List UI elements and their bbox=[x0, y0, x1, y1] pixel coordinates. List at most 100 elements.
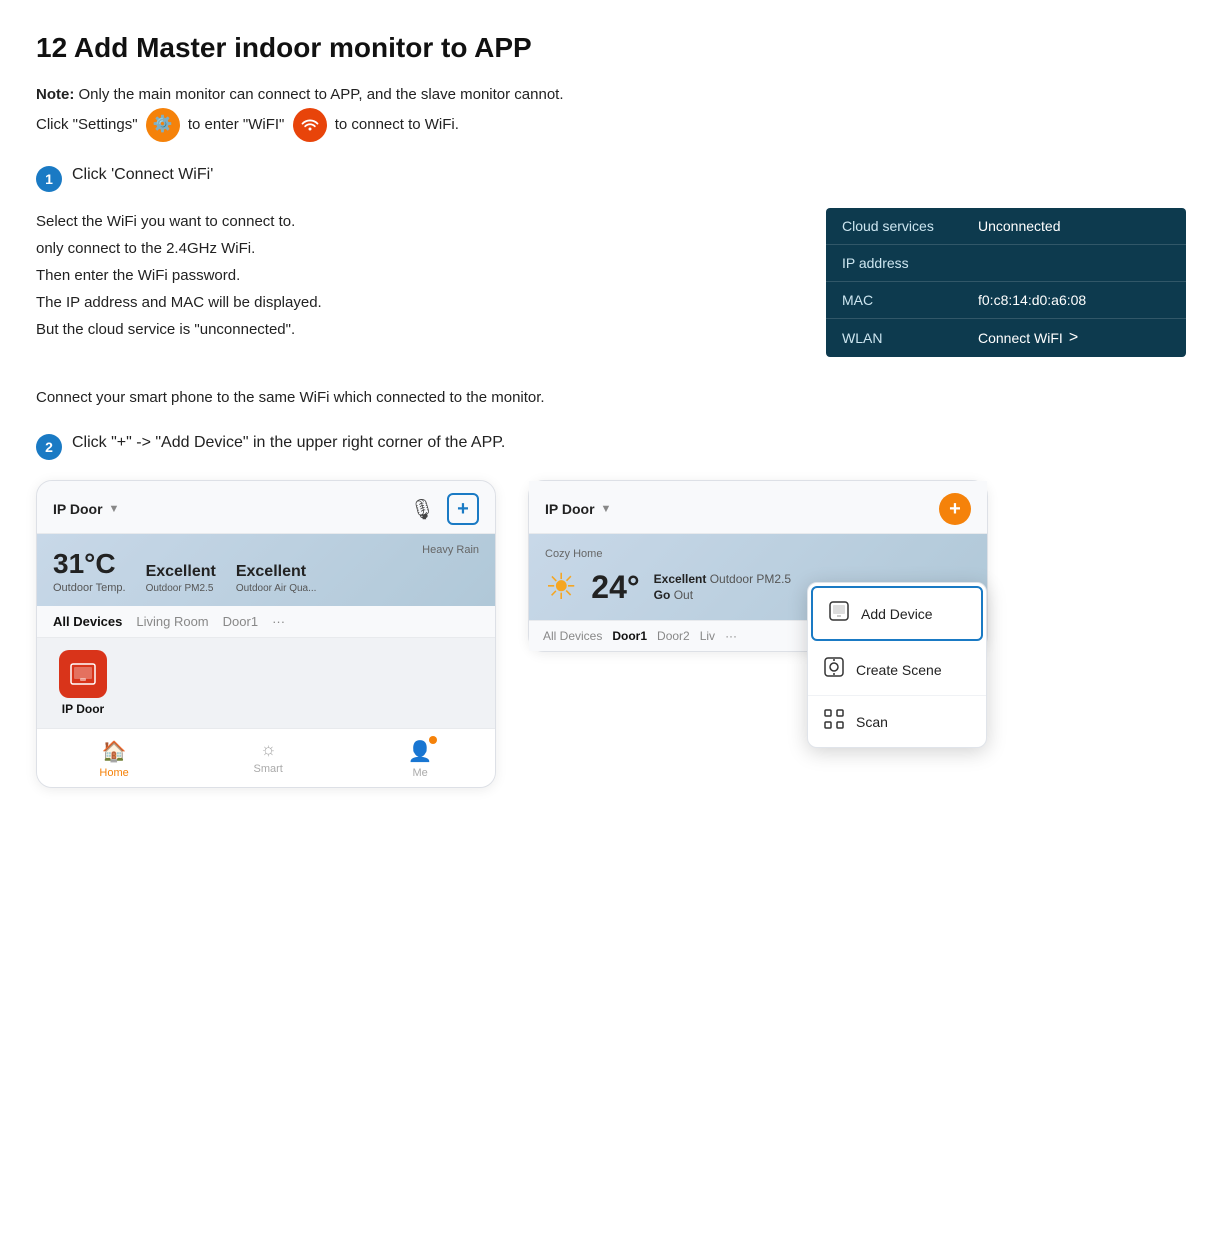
settings-icon: ⚙️ bbox=[146, 108, 180, 142]
cozy-home-label: Cozy Home bbox=[545, 548, 971, 560]
wlan-chevron: > bbox=[1069, 329, 1078, 347]
stat1-col: Excellent Outdoor PM2.5 bbox=[146, 563, 216, 594]
right-stat1-val: Excellent bbox=[654, 572, 707, 586]
home-icon: 🏠 bbox=[102, 739, 127, 764]
device-ipdoor: IP Door bbox=[53, 650, 113, 716]
wlan-text: Connect WiFI bbox=[978, 330, 1063, 346]
right-stat1-label: Outdoor PM2.5 bbox=[710, 572, 791, 586]
section-1: Select the WiFi you want to connect to. … bbox=[36, 208, 1186, 357]
nav-me-label: Me bbox=[412, 767, 427, 779]
cloud-label: Cloud services bbox=[842, 218, 962, 234]
mic-icon[interactable]: 🎙 bbox=[410, 497, 435, 522]
note-text4: to connect to WiFi. bbox=[335, 115, 459, 132]
stat1-val: Excellent bbox=[146, 563, 216, 581]
nav-smart[interactable]: ☼ Smart bbox=[254, 739, 283, 779]
rtab-all-devices[interactable]: All Devices bbox=[543, 629, 602, 643]
step1-line5: But the cloud service is "unconnected". bbox=[36, 321, 295, 338]
note-text: Only the main monitor can connect to APP… bbox=[79, 86, 564, 103]
rtab-liv[interactable]: Liv bbox=[700, 629, 715, 643]
device-info-table: Cloud services Unconnected IP address MA… bbox=[826, 208, 1186, 357]
wlan-value[interactable]: Connect WiFI > bbox=[978, 329, 1078, 347]
phone-right-title-area: IP Door ▼ bbox=[545, 501, 611, 517]
tab-more[interactable]: ··· bbox=[272, 614, 285, 629]
step1-row: 1 Click 'Connect WiFi' bbox=[36, 164, 1186, 192]
cloud-value: Unconnected bbox=[978, 218, 1061, 234]
device-list: IP Door bbox=[37, 638, 495, 728]
tab-living-room[interactable]: Living Room bbox=[136, 614, 208, 629]
rtab-more[interactable]: ··· bbox=[725, 629, 737, 643]
nav-home-label: Home bbox=[99, 767, 128, 779]
note-text3: to enter "WiFI" bbox=[188, 115, 285, 132]
nav-me[interactable]: 👤 Me bbox=[408, 739, 433, 779]
device-icon bbox=[59, 650, 107, 698]
bottom-nav-left: 🏠 Home ☼ Smart 👤 Me bbox=[37, 728, 495, 787]
table-row-mac: MAC f0:c8:14:d0:a6:08 bbox=[826, 282, 1186, 319]
menu-item-create-scene[interactable]: Create Scene bbox=[808, 644, 986, 696]
step1-line4: The IP address and MAC will be displayed… bbox=[36, 294, 322, 311]
add-device-icon bbox=[829, 601, 849, 626]
nav-smart-label: Smart bbox=[254, 763, 283, 775]
sun-icon: ☀ bbox=[545, 566, 577, 608]
temp-label: Outdoor Temp. bbox=[53, 582, 126, 594]
stat2-label: Outdoor Air Qua... bbox=[236, 583, 317, 594]
phone-left-title-area: IP Door ▼ bbox=[53, 501, 119, 517]
tab-door1[interactable]: Door1 bbox=[223, 614, 258, 629]
phone-right-icons: + bbox=[939, 493, 971, 525]
plus-icon-right: + bbox=[949, 498, 961, 521]
step1-line1: Select the WiFi you want to connect to. bbox=[36, 213, 295, 230]
step2-badge: 2 bbox=[36, 434, 62, 460]
mac-value: f0:c8:14:d0:a6:08 bbox=[978, 292, 1086, 308]
menu-item-add-device[interactable]: Add Device bbox=[811, 586, 983, 641]
right-stats: Excellent Outdoor PM2.5 Go Out bbox=[654, 572, 791, 602]
mac-label: MAC bbox=[842, 292, 962, 308]
weather-stats: 31°C Outdoor Temp. Excellent Outdoor PM2… bbox=[53, 548, 479, 594]
phone-left-tabs: All Devices Living Room Door1 ··· bbox=[37, 606, 495, 638]
right-stat2-val: Go bbox=[654, 588, 671, 602]
note-text2: Click "Settings" bbox=[36, 115, 138, 132]
right-temp: 24° bbox=[591, 569, 639, 606]
right-stat1: Excellent Outdoor PM2.5 bbox=[654, 572, 791, 586]
table-row-cloud: Cloud services Unconnected bbox=[826, 208, 1186, 245]
step2-row: 2 Click "+" -> "Add Device" in the upper… bbox=[36, 432, 1186, 460]
plus-button-right[interactable]: + bbox=[939, 493, 971, 525]
weather-banner: Heavy Rain 31°C Outdoor Temp. Excellent … bbox=[37, 534, 495, 606]
wlan-label: WLAN bbox=[842, 330, 962, 346]
table-row-ip: IP address bbox=[826, 245, 1186, 282]
menu-item-scan-label: Scan bbox=[856, 714, 888, 730]
stat2-col: Excellent Outdoor Air Qua... bbox=[236, 563, 317, 594]
phones-row: IP Door ▼ 🎙 + Heavy Rain 31°C Outdoor Te… bbox=[36, 480, 1186, 788]
me-icon: 👤 bbox=[408, 739, 433, 764]
plus-button-left[interactable]: + bbox=[447, 493, 479, 525]
nav-home[interactable]: 🏠 Home bbox=[99, 739, 128, 779]
page-title: 12 Add Master indoor monitor to APP bbox=[36, 32, 1186, 64]
stat1-label: Outdoor PM2.5 bbox=[146, 583, 216, 594]
create-scene-icon bbox=[824, 657, 844, 682]
step1-line3: Then enter the WiFi password. bbox=[36, 267, 240, 284]
right-stat2: Go Out bbox=[654, 588, 791, 602]
connect-phone-note: Connect your smart phone to the same WiF… bbox=[36, 385, 1186, 411]
tab-all-devices[interactable]: All Devices bbox=[53, 614, 122, 629]
step1-description: Select the WiFi you want to connect to. … bbox=[36, 208, 796, 343]
phone-left-dropdown-arrow: ▼ bbox=[109, 503, 120, 515]
phone-right-topbar: IP Door ▼ + bbox=[529, 481, 987, 534]
menu-item-scan[interactable]: Scan bbox=[808, 696, 986, 747]
note-prefix: Note: bbox=[36, 86, 74, 103]
right-stat2-label: Out bbox=[674, 588, 693, 602]
weather-tag: Heavy Rain bbox=[422, 544, 479, 556]
step2-label: Click "+" -> "Add Device" in the upper r… bbox=[72, 434, 505, 452]
step1-badge: 1 bbox=[36, 166, 62, 192]
temp-value: 31°C bbox=[53, 548, 126, 580]
wifi-icon bbox=[293, 108, 327, 142]
step1-line2: only connect to the 2.4GHz WiFi. bbox=[36, 240, 255, 257]
ip-label: IP address bbox=[842, 255, 962, 271]
phone-left-icons: 🎙 + bbox=[410, 493, 479, 525]
phone-right: IP Door ▼ + bbox=[528, 480, 988, 652]
rtab-door1[interactable]: Door1 bbox=[612, 629, 647, 643]
plus-icon-left: + bbox=[457, 498, 469, 521]
phone-right-title: IP Door bbox=[545, 501, 595, 517]
rtab-door2[interactable]: Door2 bbox=[657, 629, 690, 643]
phone-left-title: IP Door bbox=[53, 501, 103, 517]
phone-right-dropdown-arrow: ▼ bbox=[601, 503, 612, 515]
phone-left-topbar: IP Door ▼ 🎙 + bbox=[37, 481, 495, 534]
step1-label: Click 'Connect WiFi' bbox=[72, 166, 213, 184]
